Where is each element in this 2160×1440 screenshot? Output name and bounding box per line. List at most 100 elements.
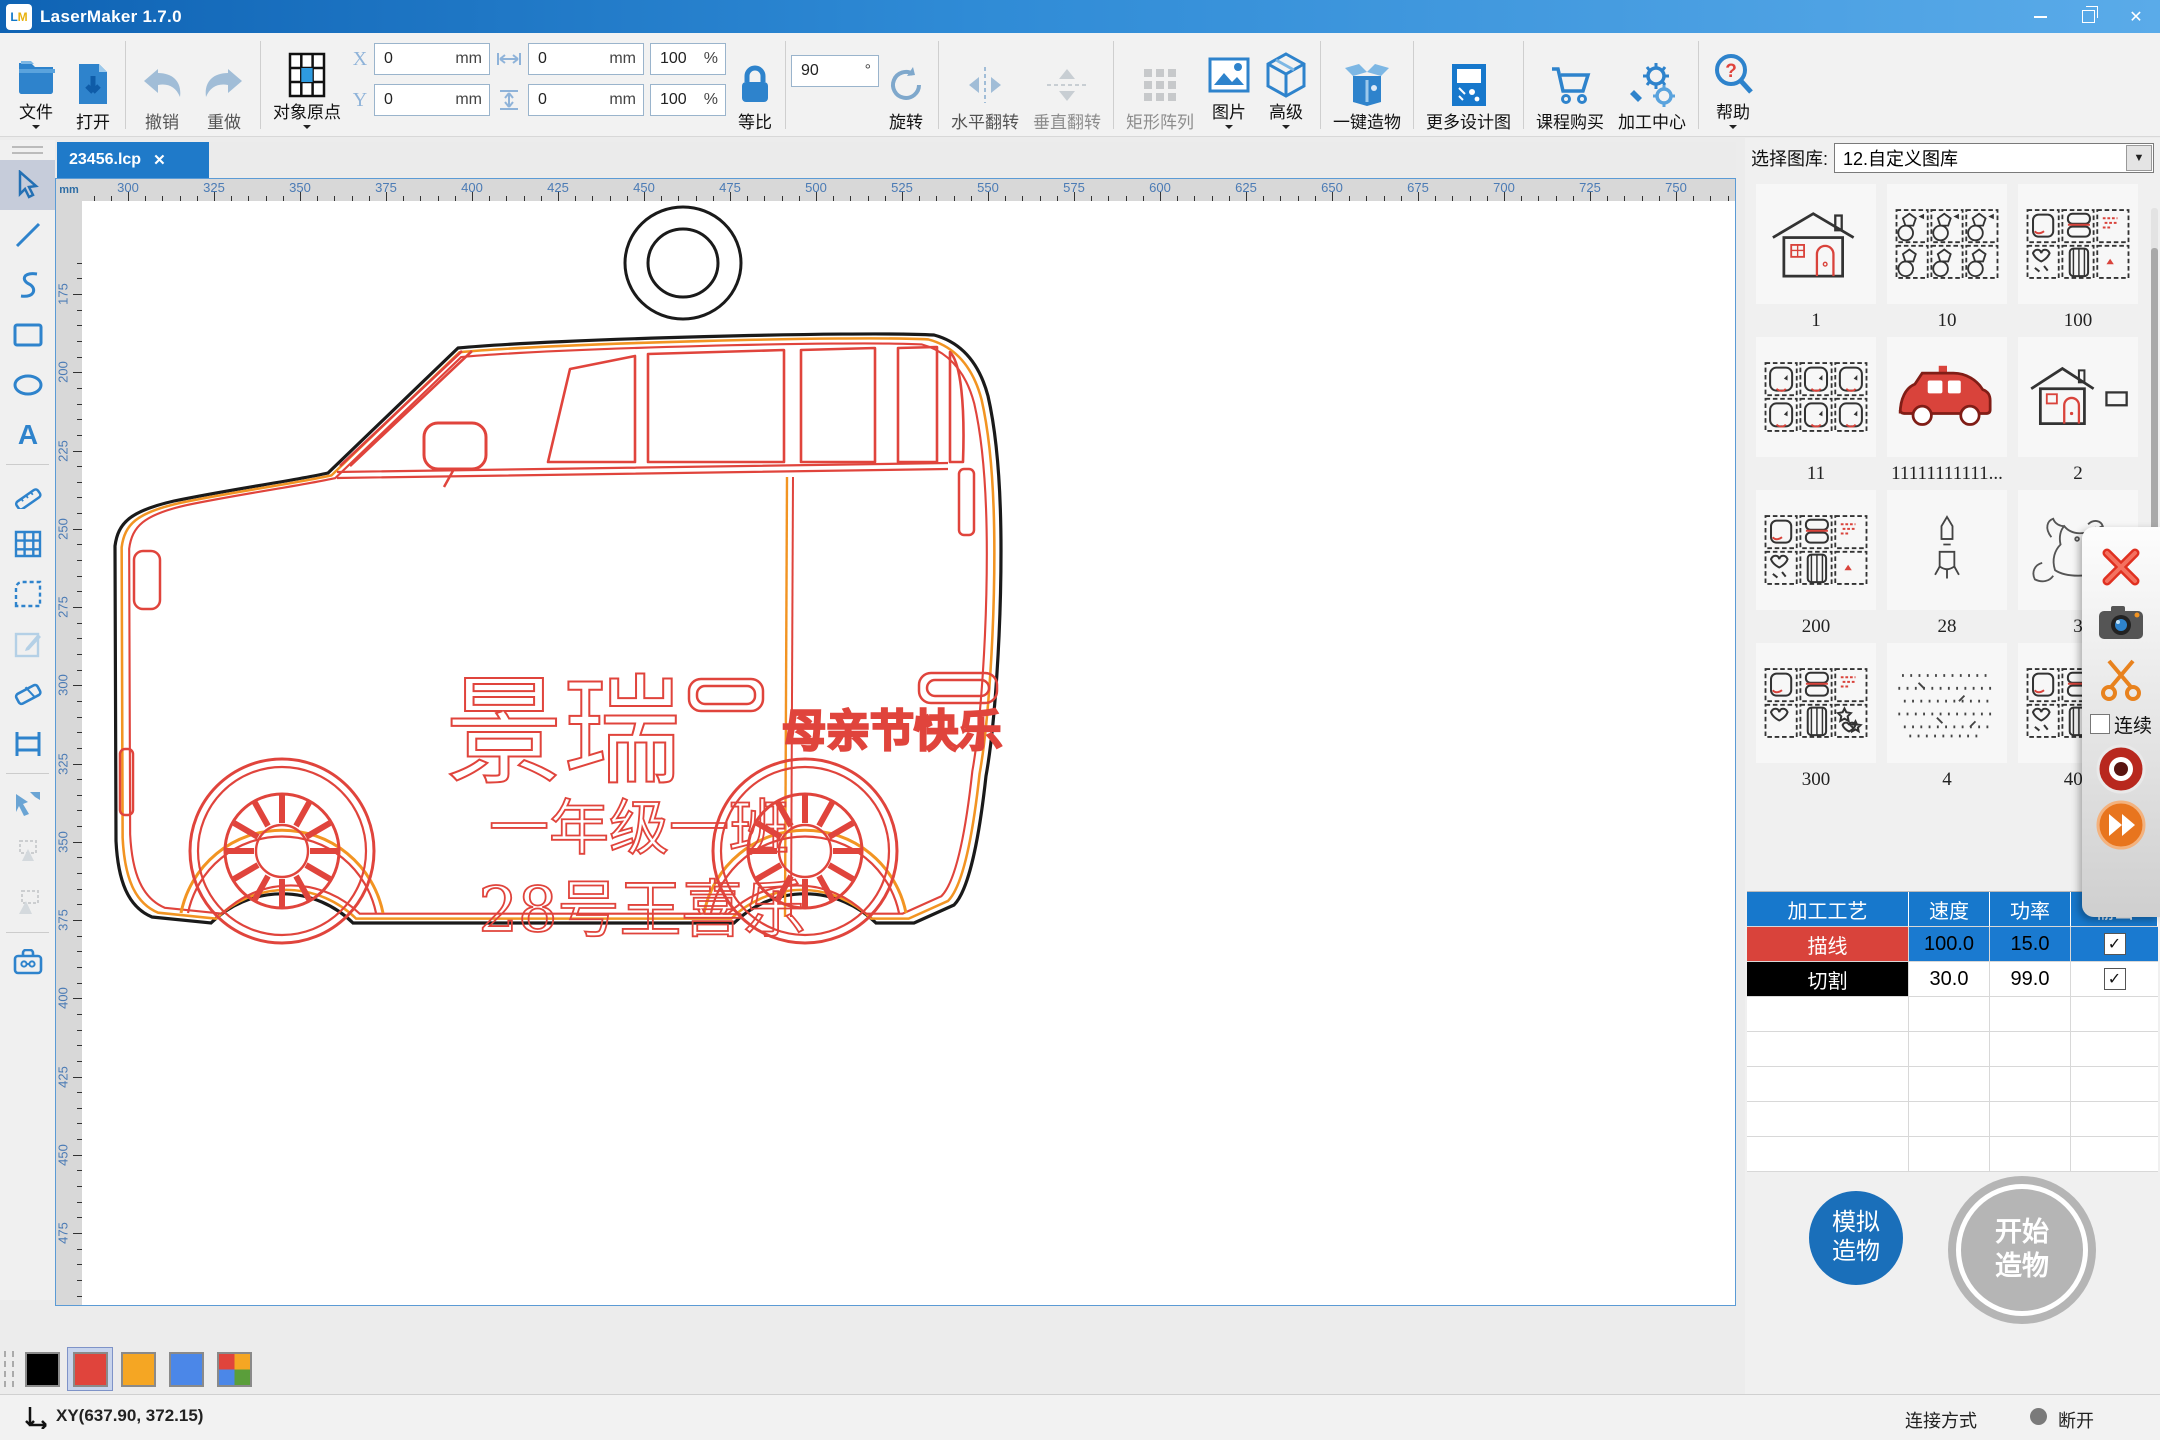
house-thumbnail[interactable] xyxy=(1756,184,1876,304)
multicolor-swatch[interactable] xyxy=(212,1348,256,1390)
rectangle-tool[interactable] xyxy=(0,310,55,360)
curve-tool[interactable] xyxy=(0,260,55,310)
align-tool[interactable] xyxy=(0,719,55,769)
color-swatch[interactable] xyxy=(164,1348,208,1390)
value-cell[interactable]: ✓ xyxy=(2071,962,2158,997)
record-button[interactable] xyxy=(2082,741,2160,797)
column-header[interactable]: 速度 xyxy=(1909,892,1990,927)
gallery-item[interactable]: 300 xyxy=(1753,643,1879,796)
redo-button[interactable]: 重做 xyxy=(193,33,255,133)
color-swatch[interactable] xyxy=(116,1348,160,1390)
close-button[interactable]: ✕ xyxy=(2112,0,2160,33)
file-button[interactable]: 文件 xyxy=(6,33,66,133)
puzzle-c-thumbnail[interactable] xyxy=(1756,337,1876,457)
process-center-button[interactable]: 加工中心 xyxy=(1611,33,1693,133)
library-select[interactable]: 12.自定义图库 ▼ xyxy=(1834,143,2154,173)
grid-tool[interactable] xyxy=(0,519,55,569)
puzzle-b-thumbnail[interactable] xyxy=(1756,490,1876,610)
height-field[interactable]: mm xyxy=(528,84,644,116)
select-tool[interactable] xyxy=(0,160,55,210)
empty-process-row[interactable] xyxy=(1747,1067,2158,1102)
buy-course-button[interactable]: 课程购买 xyxy=(1529,33,1611,133)
empty-process-row[interactable] xyxy=(1747,1102,2158,1137)
more-designs-button[interactable]: 更多设计图 xyxy=(1419,33,1518,133)
undo-button[interactable]: 撤销 xyxy=(131,33,193,133)
text-tool[interactable]: A xyxy=(0,410,55,460)
process-row[interactable]: 描线100.015.0 ✓ xyxy=(1747,927,2158,962)
rocket-thumbnail[interactable] xyxy=(1887,490,2007,610)
panel-grip[interactable] xyxy=(12,146,43,154)
eraser-tool[interactable] xyxy=(0,669,55,719)
flip-horizontal-button[interactable]: 水平翻转 xyxy=(944,33,1026,133)
keychain-car-design[interactable]: 景瑞 一年级一班 28号王喜乐 母亲节快乐 xyxy=(82,201,1735,1305)
puzzle-a-thumbnail[interactable] xyxy=(1887,184,2007,304)
fast-forward-button[interactable] xyxy=(2082,797,2160,853)
start-button[interactable]: 开始造物 xyxy=(1948,1176,2096,1324)
empty-process-row[interactable] xyxy=(1747,997,2158,1032)
height-percent-field[interactable]: % xyxy=(650,84,726,116)
gallery-item[interactable]: 4 xyxy=(1884,643,2010,796)
gallery-item[interactable]: 1 xyxy=(1753,184,1879,337)
gallery-item[interactable]: 28 xyxy=(1884,490,2010,643)
value-cell[interactable]: ✓ xyxy=(2071,927,2158,962)
one-key-make-button[interactable]: 一键造物 xyxy=(1326,33,1408,133)
x-position-field[interactable]: mm xyxy=(374,43,490,75)
image-button[interactable]: 图片 xyxy=(1201,33,1257,133)
red-car-thumbnail[interactable] xyxy=(1887,337,2007,457)
color-swatch[interactable] xyxy=(68,1348,112,1390)
y-position-field[interactable]: mm xyxy=(374,84,490,116)
open-button[interactable]: 打开 xyxy=(66,33,120,133)
output-checkbox[interactable]: ✓ xyxy=(2104,968,2126,990)
output-checkbox[interactable]: ✓ xyxy=(2104,933,2126,955)
empty-process-row[interactable] xyxy=(1747,1032,2158,1067)
column-header[interactable]: 加工工艺 xyxy=(1747,892,1909,927)
delete-button[interactable] xyxy=(2082,539,2160,595)
toolbox-tool[interactable] xyxy=(0,937,55,987)
camera-button[interactable] xyxy=(2082,595,2160,651)
scatter-thumbnail[interactable] xyxy=(1887,643,2007,763)
palette-grip[interactable] xyxy=(4,1351,14,1387)
color-swatch[interactable] xyxy=(20,1348,64,1390)
line-tool[interactable] xyxy=(0,210,55,260)
dropdown-arrow-icon[interactable]: ▼ xyxy=(2126,145,2152,171)
rect-array-button[interactable]: 矩形阵列 xyxy=(1119,33,1201,133)
help-button[interactable]: ? 帮助 xyxy=(1704,33,1762,133)
layer-name-cell[interactable]: 描线 xyxy=(1747,927,1909,962)
crop-region-tool[interactable] xyxy=(0,569,55,619)
house2-thumbnail[interactable] xyxy=(2018,337,2138,457)
value-cell[interactable]: 100.0 xyxy=(1909,927,1990,962)
gallery-item[interactable]: 11111111111... xyxy=(1884,337,2010,490)
object-origin-button[interactable]: 对象原点 xyxy=(266,33,348,133)
flip-vertical-button[interactable]: 垂直翻转 xyxy=(1026,33,1108,133)
rotate-angle-field[interactable]: ° xyxy=(791,55,879,87)
cut-button[interactable] xyxy=(2082,651,2160,707)
width-percent-field[interactable]: % xyxy=(650,43,726,75)
minimize-button[interactable] xyxy=(2016,0,2064,33)
value-cell[interactable]: 30.0 xyxy=(1909,962,1990,997)
advanced-button[interactable]: 高级 xyxy=(1257,33,1315,133)
restore-button[interactable] xyxy=(2064,0,2112,33)
column-header[interactable]: 功率 xyxy=(1990,892,2071,927)
rotate-button[interactable]: 旋转 xyxy=(879,33,933,133)
empty-process-row[interactable] xyxy=(1747,1137,2158,1172)
subtract-down-tool[interactable] xyxy=(0,878,55,928)
connection-label[interactable]: 连接方式 xyxy=(1905,1407,1977,1433)
continuous-checkbox[interactable] xyxy=(2090,714,2110,734)
node-edit-tool[interactable] xyxy=(0,619,55,669)
proportional-lock-button[interactable]: 等比 xyxy=(730,33,780,133)
weld-down-tool[interactable] xyxy=(0,828,55,878)
process-row[interactable]: 切割30.099.0 ✓ xyxy=(1747,962,2158,997)
puzzle-b-thumbnail[interactable] xyxy=(2018,184,2138,304)
value-cell[interactable]: 15.0 xyxy=(1990,927,2071,962)
value-cell[interactable]: 99.0 xyxy=(1990,962,2071,997)
gallery-item[interactable]: 2 xyxy=(2015,337,2141,490)
simulate-button[interactable]: 模拟造物 xyxy=(1809,1191,1903,1285)
gallery-item[interactable]: 100 xyxy=(2015,184,2141,337)
gallery-item[interactable]: 200 xyxy=(1753,490,1879,643)
gallery-item[interactable]: 11 xyxy=(1753,337,1879,490)
tab-close-icon[interactable]: ✕ xyxy=(153,151,166,169)
measure-tool[interactable] xyxy=(0,469,55,519)
drawing-surface[interactable]: 景瑞 一年级一班 28号王喜乐 母亲节快乐 xyxy=(82,201,1735,1305)
layer-name-cell[interactable]: 切割 xyxy=(1747,962,1909,997)
ellipse-tool[interactable] xyxy=(0,360,55,410)
